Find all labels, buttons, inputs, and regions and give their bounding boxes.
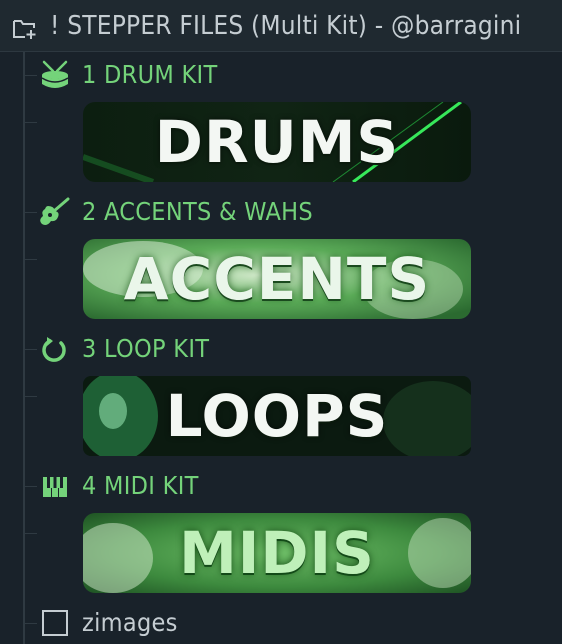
loops-banner-text: LOOPS [165,382,389,450]
folder-plus-icon [13,20,36,39]
drums-banner-text: DRUMS [154,108,400,176]
tree-line [23,52,25,644]
folder-item-zimages[interactable]: zimages [38,604,558,642]
guitar-icon [40,197,70,225]
tree-tick [23,75,37,76]
midis-banner-image[interactable]: MIDIS [83,513,471,593]
midis-banner-text: MIDIS [179,519,375,587]
tree-tick [23,486,37,487]
drums-banner-image[interactable]: DRUMS [83,102,471,182]
tree-tick [23,396,37,397]
loop-icon [42,337,66,362]
folder-item-accents[interactable]: 2 ACCENTS & WAHS [38,193,558,231]
accents-banner-text: ACCENTS [123,245,431,313]
folder-item-label: 3 LOOP KIT [82,334,210,363]
loops-banner-image[interactable]: LOOPS [83,376,471,456]
folder-title: ! STEPPER FILES (Multi Kit) - @barragini [50,11,522,41]
accents-banner-image[interactable]: ACCENTS [83,239,471,319]
tree-tick [23,122,37,123]
tree-tick [23,212,37,213]
empty-square-icon [42,610,68,636]
folder-item-label: zimages [82,608,178,637]
tree-tick [23,533,37,534]
tree-tick [23,623,37,624]
folder-item-loop-kit[interactable]: 3 LOOP KIT [38,330,558,368]
tree-tick [23,259,37,260]
drum-icon [41,60,69,88]
folder-item-label: 4 MIDI KIT [82,471,199,500]
folder-item-midi-kit[interactable]: 4 MIDI KIT [38,467,558,505]
piano-keys-icon [43,477,67,497]
folder-item-label: 1 DRUM KIT [82,60,218,89]
tree-tick [23,349,37,350]
folder-item-label: 2 ACCENTS & WAHS [82,197,313,226]
folder-item-drum-kit[interactable]: 1 DRUM KIT [38,56,558,94]
browser-header[interactable]: ! STEPPER FILES (Multi Kit) - @barragini [0,0,562,52]
